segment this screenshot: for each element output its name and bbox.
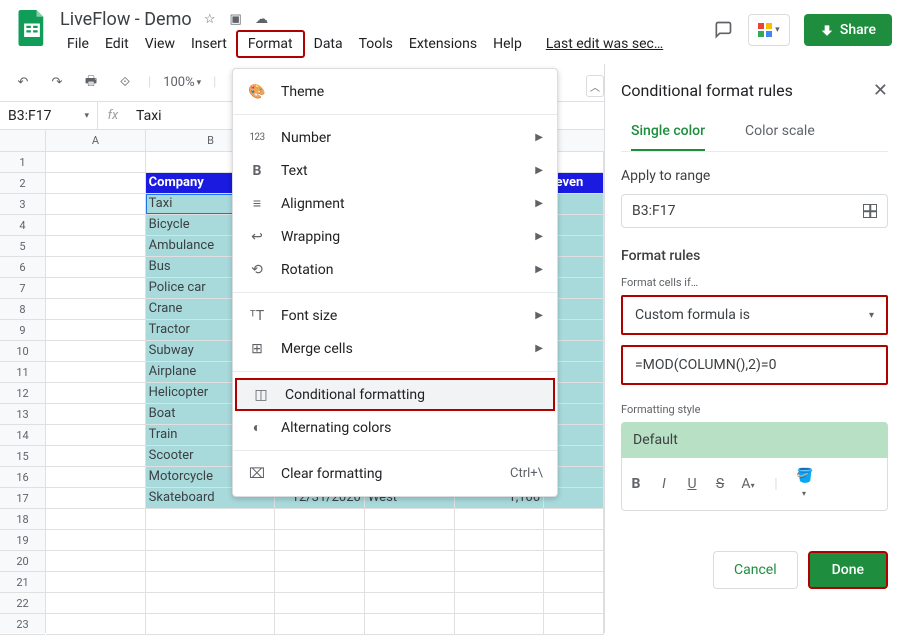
row-headers: 1234567891011121314151617181920212223 bbox=[0, 152, 46, 633]
sidebar-collapse-icon[interactable]: ︿ bbox=[586, 75, 604, 97]
select-all-corner[interactable] bbox=[0, 130, 46, 152]
bold-icon[interactable]: B bbox=[628, 476, 644, 492]
star-icon[interactable]: ☆ bbox=[200, 12, 220, 27]
format-menu-item[interactable]: ≡Alignment▶ bbox=[233, 187, 557, 220]
row-header[interactable]: 1 bbox=[0, 152, 45, 173]
menu-edit[interactable]: Edit bbox=[98, 34, 136, 54]
menu-view[interactable]: View bbox=[138, 34, 182, 54]
format-menu-item[interactable]: ↩Wrapping▶ bbox=[233, 220, 557, 253]
row-header[interactable]: 15 bbox=[0, 446, 45, 467]
name-box[interactable]: B3:F17▾ bbox=[0, 102, 98, 129]
underline-icon[interactable]: U bbox=[684, 476, 700, 492]
header: LiveFlow - Demo ☆ ▣ ☁ File Edit View Ins… bbox=[0, 0, 904, 64]
row-header[interactable]: 8 bbox=[0, 299, 45, 320]
print-icon[interactable]: 🖶 bbox=[80, 72, 102, 94]
range-input[interactable]: B3:F17 bbox=[621, 194, 888, 228]
formula-input[interactable]: =MOD(COLUMN(),2)=0 bbox=[621, 345, 888, 385]
row-header[interactable]: 16 bbox=[0, 467, 45, 488]
col-header-a[interactable]: A bbox=[46, 130, 146, 151]
chevron-down-icon: ▾ bbox=[869, 310, 874, 321]
format-menu-item[interactable]: 123Number▶ bbox=[233, 121, 557, 154]
close-icon[interactable]: ✕ bbox=[873, 80, 888, 101]
cancel-button[interactable]: Cancel bbox=[713, 551, 798, 589]
redo-icon[interactable]: ↷ bbox=[46, 72, 68, 94]
format-menu-item[interactable]: ◫Conditional formatting bbox=[235, 378, 555, 411]
grid-select-icon[interactable] bbox=[863, 204, 877, 218]
menu-data[interactable]: Data bbox=[307, 34, 350, 54]
row-header[interactable]: 20 bbox=[0, 551, 45, 572]
strike-icon[interactable]: S bbox=[712, 476, 728, 492]
row-header[interactable]: 4 bbox=[0, 215, 45, 236]
menu-bar: File Edit View Insert Format Data Tools … bbox=[60, 32, 704, 56]
format-menu-item[interactable]: 🎨Theme bbox=[233, 75, 557, 108]
row-header[interactable]: 10 bbox=[0, 341, 45, 362]
row-header[interactable]: 17 bbox=[0, 488, 45, 509]
menu-help[interactable]: Help bbox=[486, 34, 529, 54]
meet-button[interactable]: ▾ bbox=[748, 14, 790, 46]
menu-file[interactable]: File bbox=[60, 34, 96, 54]
done-button[interactable]: Done bbox=[808, 551, 888, 589]
format-dropdown-menu: 🎨Theme 123Number▶BText▶≡Alignment▶↩Wrappi… bbox=[232, 68, 558, 497]
rule-type-select[interactable]: Custom formula is ▾ bbox=[621, 295, 888, 335]
row-header[interactable]: 13 bbox=[0, 404, 45, 425]
row-header[interactable]: 23 bbox=[0, 614, 45, 635]
style-preview[interactable]: Default bbox=[621, 422, 888, 458]
format-rules-label: Format rules bbox=[621, 248, 888, 264]
row-header[interactable]: 18 bbox=[0, 509, 45, 530]
format-cells-if-label: Format cells if… bbox=[621, 276, 888, 289]
share-button[interactable]: Share bbox=[804, 14, 892, 46]
row-header[interactable]: 12 bbox=[0, 383, 45, 404]
row-header[interactable]: 11 bbox=[0, 362, 45, 383]
comments-icon[interactable] bbox=[712, 19, 734, 41]
paint-format-icon[interactable]: ⟐ bbox=[114, 72, 136, 94]
conditional-format-sidebar: Conditional format rules ✕ Single color … bbox=[604, 64, 904, 633]
format-toolbar: B I U S A▾ | 🪣▾ bbox=[621, 458, 888, 511]
row-header[interactable]: 22 bbox=[0, 593, 45, 614]
undo-icon[interactable]: ↶ bbox=[12, 72, 34, 94]
row-header[interactable]: 5 bbox=[0, 236, 45, 257]
menu-insert[interactable]: Insert bbox=[184, 34, 234, 54]
fill-color-icon[interactable]: 🪣▾ bbox=[796, 468, 812, 500]
zoom-select[interactable]: 100% ▾ bbox=[163, 75, 201, 90]
row-header[interactable]: 9 bbox=[0, 320, 45, 341]
format-menu-item[interactable]: ⊞Merge cells▶ bbox=[233, 332, 557, 365]
row-header[interactable]: 3 bbox=[0, 194, 45, 215]
move-icon[interactable]: ▣ bbox=[226, 12, 246, 27]
tab-single-color[interactable]: Single color bbox=[631, 113, 705, 151]
sidebar-tabs: Single color Color scale bbox=[621, 113, 888, 152]
format-menu-item[interactable]: ◐Alternating colors bbox=[233, 411, 557, 444]
title-area: LiveFlow - Demo ☆ ▣ ☁ File Edit View Ins… bbox=[60, 8, 704, 56]
row-header[interactable]: 6 bbox=[0, 257, 45, 278]
italic-icon[interactable]: I bbox=[656, 476, 672, 492]
share-label: Share bbox=[840, 22, 876, 38]
row-header[interactable]: 7 bbox=[0, 278, 45, 299]
fx-label: fx bbox=[98, 108, 128, 123]
apply-range-label: Apply to range bbox=[621, 168, 888, 184]
last-edit-link[interactable]: Last edit was sec… bbox=[539, 34, 670, 54]
cloud-icon[interactable]: ☁ bbox=[252, 12, 272, 27]
menu-tools[interactable]: Tools bbox=[352, 34, 400, 54]
row-header[interactable]: 21 bbox=[0, 572, 45, 593]
sidebar-title: Conditional format rules bbox=[621, 81, 793, 100]
menu-format[interactable]: Format bbox=[236, 30, 305, 58]
format-menu-item[interactable]: ⟲Rotation▶ bbox=[233, 253, 557, 286]
menu-extensions[interactable]: Extensions bbox=[402, 34, 484, 54]
row-header[interactable]: 14 bbox=[0, 425, 45, 446]
sheets-logo[interactable] bbox=[12, 8, 52, 48]
text-color-icon[interactable]: A▾ bbox=[740, 476, 756, 492]
doc-title[interactable]: LiveFlow - Demo bbox=[60, 9, 192, 30]
format-menu-item[interactable]: BText▶ bbox=[233, 154, 557, 187]
formatting-style-label: Formatting style bbox=[621, 403, 888, 416]
row-header[interactable]: 2 bbox=[0, 173, 45, 194]
format-menu-item[interactable]: ⌧Clear formattingCtrl+\ bbox=[233, 457, 557, 490]
row-header[interactable]: 19 bbox=[0, 530, 45, 551]
format-menu-item[interactable]: ᵀTFont size▶ bbox=[233, 299, 557, 332]
tab-color-scale[interactable]: Color scale bbox=[745, 113, 815, 151]
